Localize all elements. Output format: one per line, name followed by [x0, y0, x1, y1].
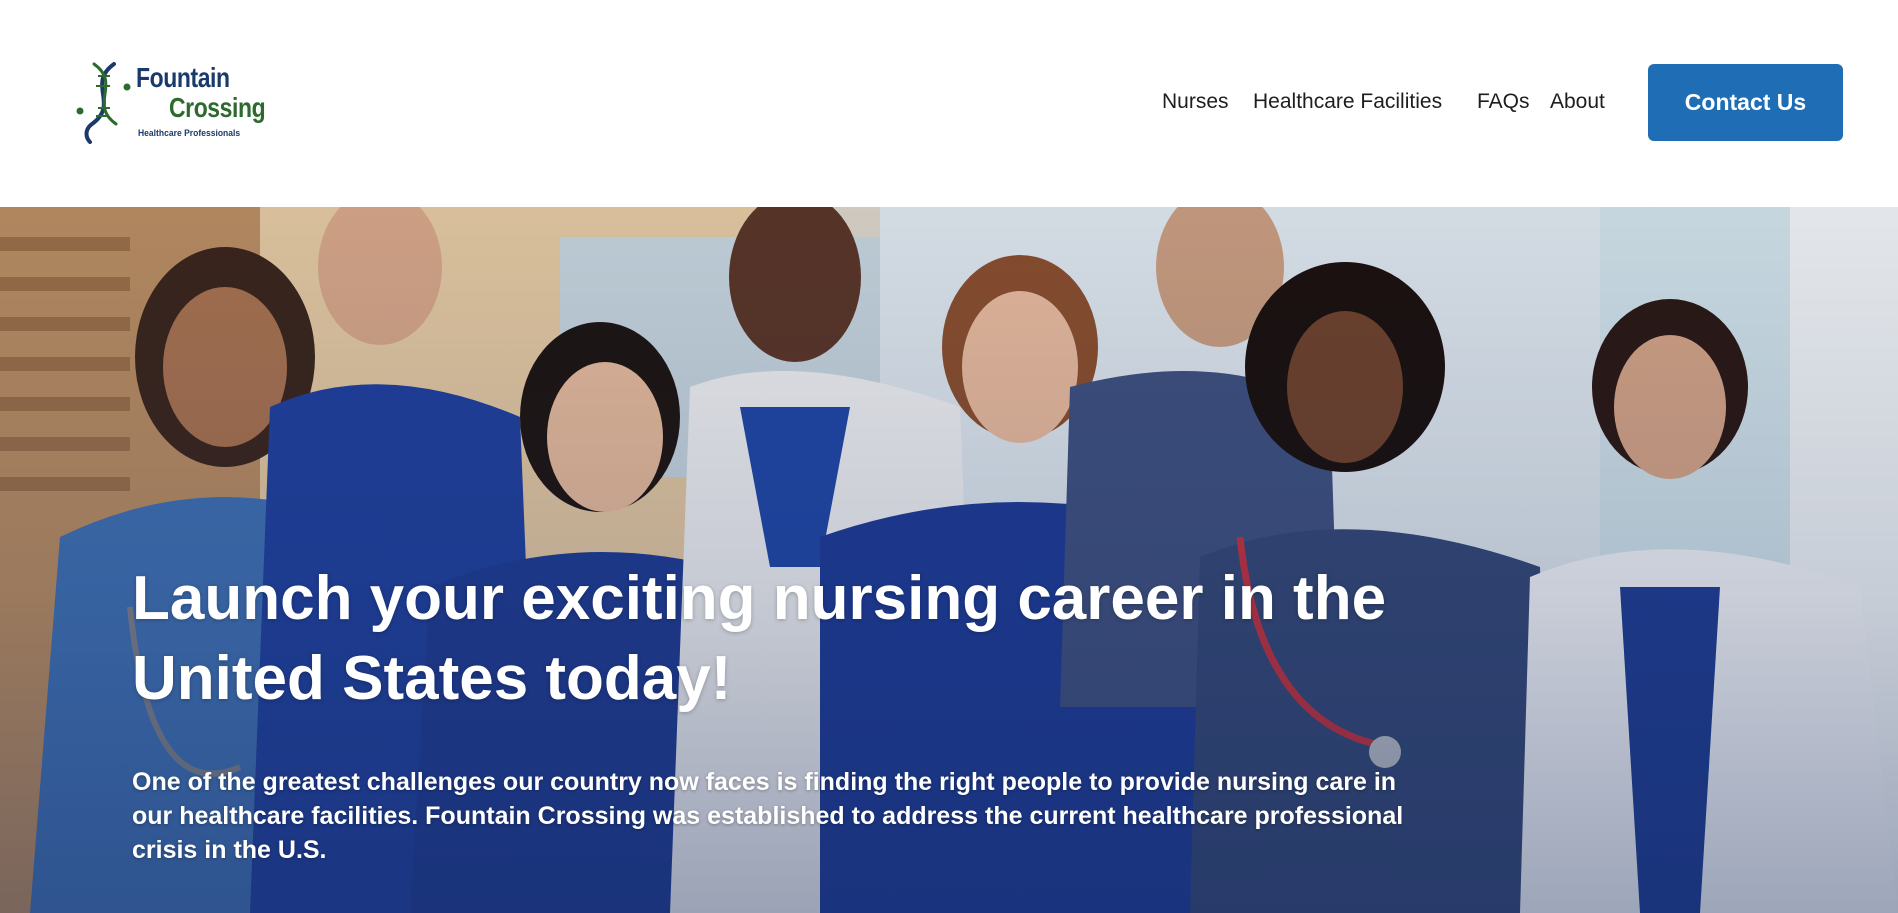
contact-us-button[interactable]: Contact Us [1648, 64, 1843, 141]
hero-title: Launch your exciting nursing career in t… [132, 564, 1387, 713]
nav-item-nurses[interactable]: Nurses [1162, 90, 1229, 114]
logo-tagline: Healthcare Professionals [138, 128, 241, 139]
logo-text-crossing: Crossing [169, 92, 266, 123]
site-logo[interactable]: Fountain Crossing Healthcare Professiona… [76, 56, 276, 146]
site-header: Fountain Crossing Healthcare Professiona… [0, 0, 1898, 207]
nav-item-about[interactable]: About [1550, 90, 1605, 114]
hero-banner: Launch your exciting nursing career in t… [0, 207, 1898, 913]
nav-item-healthcare-facilities[interactable]: Healthcare Facilities [1253, 90, 1442, 114]
nav-item-faqs[interactable]: FAQs [1477, 90, 1530, 114]
hero-description: One of the greatest challenges our count… [132, 768, 1404, 864]
dna-helix-icon [76, 62, 131, 144]
logo-text-fountain: Fountain [136, 62, 230, 93]
